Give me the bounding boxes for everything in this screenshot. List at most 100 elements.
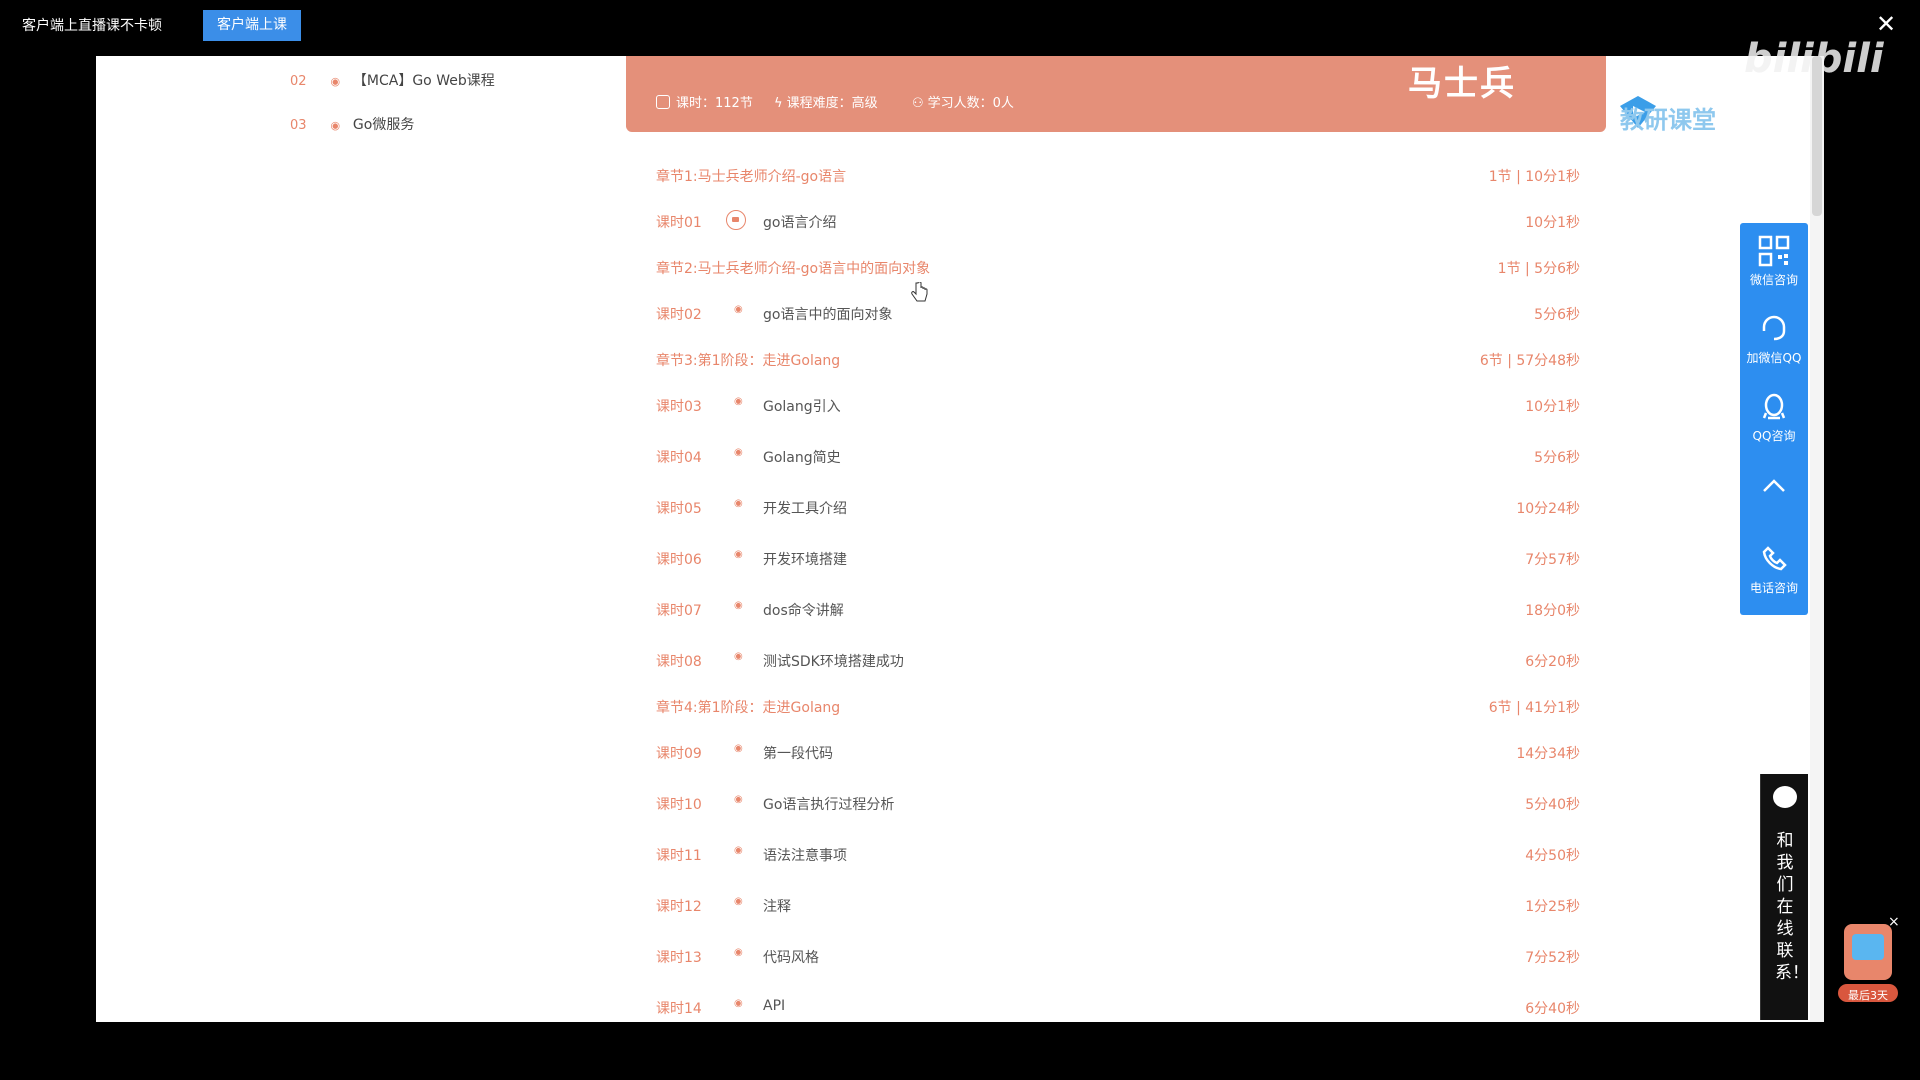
- course-students: ⚇ 学习人数：0人: [912, 96, 1014, 111]
- chapter-duration: 6节 | 57分48秒: [1479, 353, 1580, 369]
- lesson-duration: 5分6秒: [1534, 450, 1580, 466]
- lesson-number: 课时01: [656, 215, 702, 231]
- bullet-icon: ◉: [734, 743, 743, 754]
- bullet-icon: ◉: [734, 498, 743, 509]
- hand-cursor-icon: [911, 282, 928, 302]
- lesson-duration: 4分50秒: [1525, 848, 1580, 864]
- lesson-number: 课时08: [656, 654, 702, 670]
- lesson-number: 课时14: [656, 1001, 702, 1017]
- sidebar-item-number: 03: [290, 118, 307, 133]
- lesson-duration: 5分6秒: [1534, 307, 1580, 323]
- lesson-duration: 10分1秒: [1525, 215, 1580, 231]
- sidebar-item-go-web[interactable]: 02 ◉ 【MCA】Go Web课程: [290, 70, 495, 90]
- lesson-number: 课时06: [656, 552, 702, 568]
- headset-icon: [1762, 315, 1786, 341]
- lesson-number: 课时12: [656, 899, 702, 915]
- lesson-title[interactable]: 注释: [763, 896, 791, 916]
- chapter-duration: 6节 | 41分1秒: [1488, 700, 1580, 716]
- lesson-title[interactable]: 测试SDK环境搭建成功: [763, 651, 904, 671]
- chapter-title: 章节1:马士兵老师介绍-go语言: [656, 169, 847, 185]
- wechat-consult-button[interactable]: 微信咨询: [1740, 235, 1808, 288]
- lesson-title[interactable]: go语言介绍: [763, 212, 836, 232]
- lesson-number: 课时13: [656, 950, 702, 966]
- lesson-duration: 6分20秒: [1525, 654, 1580, 670]
- lesson-duration: 6分40秒: [1525, 1001, 1580, 1017]
- course-page: 02 ◉ 【MCA】Go Web课程 03 ◉ Go微服务 课时：112节 ϟ课…: [96, 56, 1824, 1022]
- phone-icon: [1762, 546, 1787, 571]
- lesson-title[interactable]: 开发工具介绍: [763, 498, 847, 518]
- course-difficulty: ϟ 课程难度：高级: [774, 96, 878, 111]
- lesson-title[interactable]: 开发环境搭建: [763, 549, 847, 569]
- watermark-text: 马士兵: [1408, 64, 1516, 104]
- qq-consult-button[interactable]: QQ咨询: [1740, 391, 1808, 444]
- lesson-title[interactable]: go语言中的面向对象: [763, 304, 892, 324]
- chapter-title: 章节2:马士兵老师介绍-go语言中的面向对象: [656, 261, 931, 277]
- chapter-duration: 1节 | 10分1秒: [1488, 169, 1580, 185]
- lesson-duration: 5分40秒: [1525, 797, 1580, 813]
- lesson-number: 课时03: [656, 399, 702, 415]
- bullet-icon: ◉: [734, 447, 743, 458]
- bullet-icon: ◉: [734, 947, 743, 958]
- lesson-duration: 7分52秒: [1525, 950, 1580, 966]
- client-class-button[interactable]: 客户端上课: [203, 10, 301, 41]
- sidebar-item-number: 02: [290, 74, 307, 89]
- course-hours: 课时：112节: [656, 92, 753, 111]
- qq-consult-label: QQ咨询: [1752, 429, 1796, 443]
- lesson-title[interactable]: dos命令讲解: [763, 600, 844, 620]
- lesson-title[interactable]: Go语言执行过程分析: [763, 794, 894, 814]
- chapter-row: 章节2:马士兵老师介绍-go语言中的面向对象 1节 | 5分6秒: [656, 258, 1580, 278]
- sidebar-item-go-microservice[interactable]: 03 ◉ Go微服务: [290, 114, 414, 134]
- lesson-title[interactable]: 第一段代码: [763, 743, 833, 763]
- lesson-duration: 1分25秒: [1525, 899, 1580, 915]
- add-wechat-qq-label: 加微信QQ: [1746, 351, 1802, 365]
- bullet-icon: ◉: [734, 651, 743, 662]
- lesson-number: 课时04: [656, 450, 702, 466]
- bullet-icon: ◉: [734, 794, 743, 805]
- lesson-number: 课时07: [656, 603, 702, 619]
- wechat-consult-label: 微信咨询: [1749, 273, 1798, 287]
- lesson-title[interactable]: 代码风格: [763, 947, 819, 967]
- bullet-icon: ◉: [734, 600, 743, 611]
- lesson-title[interactable]: Golang简史: [763, 447, 841, 467]
- lesson-title[interactable]: Golang引入: [763, 396, 841, 416]
- lesson-duration: 18分0秒: [1525, 603, 1580, 619]
- top-bar: 客户端上直播课不卡顿 客户端上课 ✕: [0, 0, 1920, 55]
- scroll-thumb[interactable]: [1812, 56, 1822, 216]
- bullet-icon: ◉: [734, 896, 743, 907]
- chapter-row: 章节3:第1阶段：走进Golang 6节 | 57分48秒: [656, 350, 1580, 370]
- phone-consult-button[interactable]: 电话咨询: [1740, 543, 1808, 596]
- close-icon[interactable]: ✕: [1876, 10, 1896, 38]
- add-wechat-qq-button[interactable]: 加微信QQ: [1740, 313, 1808, 366]
- lesson-duration: 10分1秒: [1525, 399, 1580, 415]
- sidebar-item-label: 【MCA】Go Web课程: [352, 73, 495, 89]
- bullet-icon: ◉: [330, 75, 341, 88]
- chapter-title: 章节3:第1阶段：走进Golang: [656, 353, 841, 369]
- chevron-up-icon: [1763, 479, 1785, 492]
- watermark-brand: 教研课堂: [1620, 106, 1716, 134]
- client-promo-text: 客户端上直播课不卡顿: [22, 18, 162, 34]
- chapter-title: 章节4:第1阶段：走进Golang: [656, 700, 841, 716]
- chapter-row: 章节1:马士兵老师介绍-go语言 1节 | 10分1秒: [656, 166, 1580, 186]
- lesson-number: 课时02: [656, 307, 702, 323]
- chat-bubble-icon: [1773, 786, 1797, 808]
- lesson-duration: 14分34秒: [1516, 746, 1580, 762]
- bullet-icon: ◉: [734, 549, 743, 560]
- qr-code-icon: [1758, 235, 1790, 267]
- lesson-number: 课时05: [656, 501, 702, 517]
- online-chat-tab[interactable]: 和我们在线联系！: [1760, 774, 1809, 1020]
- lightning-icon: ϟ: [774, 96, 783, 111]
- lesson-duration: 7分57秒: [1525, 552, 1580, 568]
- play-icon: [656, 95, 670, 109]
- lock-icon: [726, 210, 746, 230]
- phone-consult-label: 电话咨询: [1749, 581, 1798, 595]
- lesson-title[interactable]: API: [763, 998, 785, 1014]
- lesson-number: 课时11: [656, 848, 702, 864]
- floating-contact-toolbar: 微信咨询 加微信QQ QQ咨询 电话咨询: [1740, 223, 1808, 615]
- page-scrollbar[interactable]: [1810, 56, 1824, 1022]
- promo-close-icon[interactable]: ×: [1888, 914, 1900, 930]
- lesson-title[interactable]: 语法注意事项: [763, 845, 847, 865]
- lesson-duration: 10分24秒: [1516, 501, 1580, 517]
- promo-label: 最后3天: [1848, 989, 1888, 1002]
- chat-tab-label: 和我们在线联系！: [1775, 831, 1809, 983]
- back-to-top-button[interactable]: [1740, 471, 1808, 507]
